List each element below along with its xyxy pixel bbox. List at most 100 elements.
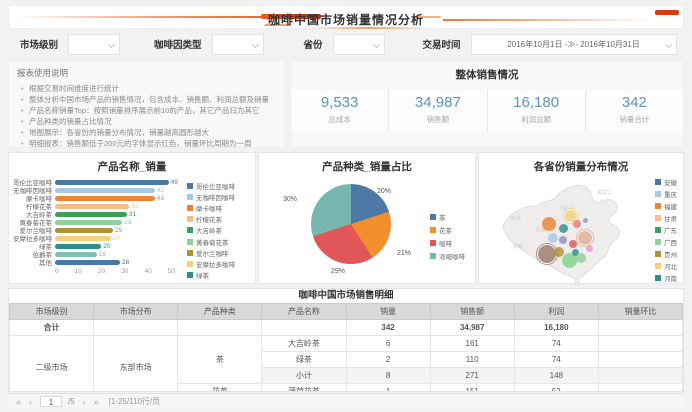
prev-page-button[interactable]: ‹: [29, 397, 32, 407]
legend-item: 安徽: [655, 176, 677, 188]
legend-label: 甘肃: [664, 213, 677, 223]
col-amount: 销售额: [430, 304, 514, 320]
legend-swatch: [655, 275, 661, 281]
legend-label: 哥伦比亚咖啡: [196, 181, 235, 191]
legend-item: 爱尔兰咖啡: [187, 247, 249, 258]
overall-sales-panel: 整体销售情况 9,533总成本34,987销售额16,180利润总额342销量合…: [290, 60, 684, 148]
legend-item: 摩卡咖啡: [187, 202, 249, 213]
total-pages-label: /5: [68, 397, 75, 406]
bar: 43: [55, 196, 155, 201]
axis-tick: 30: [121, 268, 128, 275]
legend-label: 安摩拉多咖啡: [196, 259, 235, 269]
legend-swatch: [187, 183, 193, 189]
bar-track: 49: [55, 178, 171, 186]
caffeine-type-select[interactable]: [212, 34, 264, 55]
legend-swatch: [430, 227, 436, 233]
notes-title: 报表使用说明: [17, 67, 277, 79]
map-bubble: [559, 224, 568, 233]
caffeine-type-label: 咖啡因类型: [154, 37, 202, 51]
bar: 18: [55, 252, 97, 257]
bar: 20: [55, 244, 101, 249]
legend-label: 摩卡咖啡: [196, 203, 222, 213]
axis-tick: 50: [168, 268, 175, 275]
legend-swatch: [655, 179, 661, 185]
map-bubble-layer: [485, 178, 635, 286]
category-tea-cell: 茶: [178, 336, 262, 384]
market-level-cell: 二级市场: [10, 336, 94, 393]
dashboard: 咖啡中国市场销量情况分析 市场级别 咖啡因类型 省份 交易时间 2016年10月…: [0, 0, 692, 412]
legend-label: 柠檬花茶: [196, 214, 222, 224]
map-bubble: [577, 230, 593, 246]
kpi-value: 342: [586, 94, 683, 111]
legend-item: 贵州: [655, 248, 677, 260]
note-item: 明细报表：销售额低于200元的字体显示红色，销量环比周期为一周: [17, 138, 277, 149]
bar-track: 43: [55, 186, 171, 194]
legend-item: 无咖啡因咖啡: [187, 191, 249, 202]
legend-item: 安摩拉多咖啡: [187, 258, 249, 269]
kpi-value: 16,180: [488, 94, 585, 111]
legend-swatch: [655, 191, 661, 197]
first-page-button[interactable]: «: [16, 397, 21, 407]
note-item: 产品名称销量Top：按照销量排序展示前10的产品，其它产品归为其它: [17, 105, 277, 116]
next-page-button[interactable]: ›: [83, 397, 86, 407]
legend-label: 爱尔兰咖啡: [196, 248, 229, 258]
legend-swatch: [655, 227, 661, 233]
pie-chart-title: 产品种类_销量占比: [259, 159, 475, 174]
legend-swatch: [187, 272, 193, 278]
chevron-down-icon: [251, 40, 258, 47]
report-notes-panel: 报表使用说明 根据交易时间维度进行统计整体分析中国市场产品的销售情况，包含成本、…: [8, 60, 286, 148]
bar-track: 24: [55, 234, 171, 242]
bar-chart-body: 哥伦比亚咖啡49无咖啡因咖啡43摩卡咖啡43柠檬花茶32大吉岭茶31黄春菊花茶2…: [9, 178, 255, 281]
legend-label: 广西: [664, 237, 677, 247]
last-page-button[interactable]: »: [94, 397, 99, 407]
legend-label: 浓缩咖啡: [439, 251, 465, 261]
bar-value-label: 49: [171, 179, 178, 187]
bar-track: 25: [55, 226, 171, 234]
kpi-label: 利润总额: [488, 114, 585, 125]
legend-item: 广东: [655, 224, 677, 236]
time-label: 交易时间: [423, 37, 461, 51]
axis-tick: 20: [98, 268, 105, 275]
map-bubble: [548, 233, 558, 243]
header-banner: 咖啡中国市场销量情况分析: [8, 5, 684, 29]
map-bubble: [576, 253, 586, 263]
bar-chart-title: 产品名称_销量: [9, 159, 255, 174]
kpi-card: 16,180 利润总额: [487, 90, 585, 132]
page-number-input[interactable]: 1: [40, 396, 62, 407]
legend-swatch: [655, 203, 661, 209]
legend-item: 哥伦比亚咖啡: [187, 180, 249, 191]
notes-list: 根据交易时间维度进行统计整体分析中国市场产品的销售情况，包含成本、销售额、利润总…: [17, 83, 277, 149]
bar-track: 43: [55, 194, 171, 202]
market-area-cell: 东部市场: [94, 336, 178, 393]
legend-item: 甘肃: [655, 212, 677, 224]
col-qty: 销量: [346, 304, 430, 320]
pagination-bar: « ‹ 1 /5 › » [1-25/110行/页: [8, 393, 684, 409]
legend-swatch: [655, 263, 661, 269]
col-product: 产品名称: [262, 304, 346, 320]
bar-track: 29: [55, 218, 171, 226]
kpi-label: 销量合计: [586, 114, 683, 125]
filter-caffeine-type: 咖啡因类型: [154, 34, 264, 55]
page-title: 咖啡中国市场销量情况分析: [9, 11, 683, 28]
detail-table-panel: 咖啡中国市场销售明细 市场级别 市场分布 产品种类 产品名称 销量 销售额 利润…: [8, 288, 684, 392]
legend-swatch: [430, 214, 436, 220]
date-range-input[interactable]: 2016年10月1日 -≫- 2016年10月31日: [471, 34, 677, 55]
legend-swatch: [655, 239, 661, 245]
kpi-value: 9,533: [291, 94, 388, 111]
chevron-down-icon: [665, 40, 672, 47]
legend-label: 茶: [439, 212, 446, 222]
legend-label: 河北: [664, 261, 677, 271]
legend-item: 花茶: [430, 223, 465, 236]
legend-label: 无咖啡因咖啡: [196, 192, 235, 202]
legend-item: 浓缩咖啡: [430, 249, 465, 262]
legend-swatch: [655, 251, 661, 257]
bar: 29: [55, 220, 122, 225]
bar: 43: [55, 188, 155, 193]
bar: 25: [55, 228, 113, 233]
province-select[interactable]: [333, 34, 385, 55]
legend-swatch: [187, 261, 193, 267]
legend-label: 福建: [664, 201, 677, 211]
market-level-select[interactable]: [68, 34, 120, 55]
map-area: 新疆 西藏 青海 内蒙古 黑龙江 安徽重庆福建甘肃广东广西贵州河北河南: [479, 174, 683, 286]
bar: 28: [55, 260, 120, 265]
